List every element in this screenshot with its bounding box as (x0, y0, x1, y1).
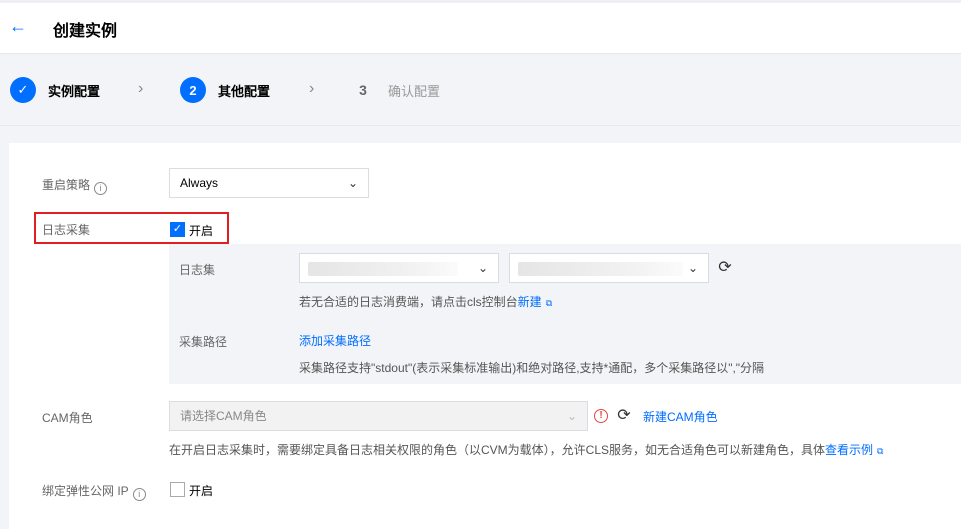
external-link-icon: ⧉ (545, 298, 553, 308)
collect-path-label: 采集路径 (179, 335, 228, 349)
logset-hint: 若无合适的日志消费端，请点击cls控制台新建 ⧉ (299, 293, 552, 310)
page-title: 创建实例 (53, 23, 118, 40)
warning-icon: ! (594, 409, 608, 423)
check-icon: ✓ (10, 77, 36, 103)
info-icon[interactable]: i (94, 182, 108, 195)
top-bar: ← 创建实例 (0, 0, 961, 54)
eip-label: 绑定弹性公网 IP i (42, 482, 146, 501)
cam-role-placeholder: 请选择CAM角色 (180, 409, 267, 423)
arrow-left-icon[interactable]: ← (8, 17, 28, 37)
step-label: 确认配置 (388, 83, 441, 99)
info-icon[interactable]: i (132, 488, 146, 501)
log-collection-toggle-label: 开启 (189, 224, 214, 238)
restart-policy-text: 重启策略 (42, 178, 91, 192)
top-rule (0, 0, 961, 3)
step-label: 实例配置 (48, 83, 101, 99)
add-collect-path-link[interactable]: 添加采集路径 (299, 332, 371, 349)
chevron-down-icon: ⌄ (687, 261, 698, 275)
cam-role-hint-text: 在开启日志采集时，需要绑定具备日志相关权限的角色（以CVM为载体），允许CLS服… (169, 443, 826, 457)
cam-role-hint: 在开启日志采集时，需要绑定具备日志相关权限的角色（以CVM为载体），允许CLS服… (169, 441, 883, 458)
eip-checkbox[interactable] (170, 482, 185, 497)
logset-label: 日志集 (179, 263, 216, 277)
redacted-value (308, 262, 458, 276)
restart-policy-label: 重启策略 i (42, 176, 108, 195)
divider (0, 125, 961, 126)
logset-hint-text: 若无合适的日志消费端，请点击cls控制台 (299, 295, 518, 309)
chevron-down-icon: ⌄ (347, 176, 358, 190)
cam-role-select[interactable]: 请选择CAM角色 ⌄ (169, 401, 588, 431)
log-collection-checkbox[interactable]: ✓ (170, 222, 185, 237)
cam-role-label: CAM角色 (42, 411, 93, 425)
chevron-right-icon: › (309, 80, 315, 97)
create-logset-link[interactable]: 新建 (518, 295, 542, 309)
chevron-down-icon: ⌄ (477, 261, 488, 275)
redacted-value (518, 262, 683, 276)
eip-label-text: 绑定弹性公网 IP (42, 484, 129, 498)
refresh-icon[interactable]: ⟳ (615, 407, 633, 425)
restart-policy-value: Always (180, 176, 219, 190)
view-example-link[interactable]: 查看示例 (825, 443, 873, 457)
stepper: ✓ 实例配置 › 2 其他配置 › 3 确认配置 (0, 55, 961, 125)
logset-select[interactable]: ⌄ (299, 253, 499, 283)
restart-policy-select[interactable]: Always ⌄ (169, 168, 369, 198)
step-number: 2 (180, 77, 206, 103)
create-cam-role-link[interactable]: 新建CAM角色 (643, 408, 718, 425)
refresh-icon[interactable]: ⟳ (716, 259, 734, 277)
chevron-right-icon: › (138, 80, 144, 97)
external-link-icon: ⧉ (877, 446, 884, 456)
step-label: 其他配置 (218, 83, 271, 99)
step-other-config: 2 其他配置 (180, 75, 270, 105)
step-number: 3 (359, 82, 367, 98)
collect-path-hint: 采集路径支持"stdout"(表示采集标准输出)和绝对路径,支持*通配，多个采集… (299, 361, 765, 375)
chevron-down-icon: ⌄ (566, 409, 577, 423)
step-confirm-config: 3 确认配置 (350, 75, 440, 105)
log-collection-label: 日志采集 (42, 223, 91, 237)
step-instance-config: ✓ 实例配置 (10, 75, 100, 105)
eip-toggle-label: 开启 (189, 484, 214, 498)
logtopic-select[interactable]: ⌄ (509, 253, 709, 283)
